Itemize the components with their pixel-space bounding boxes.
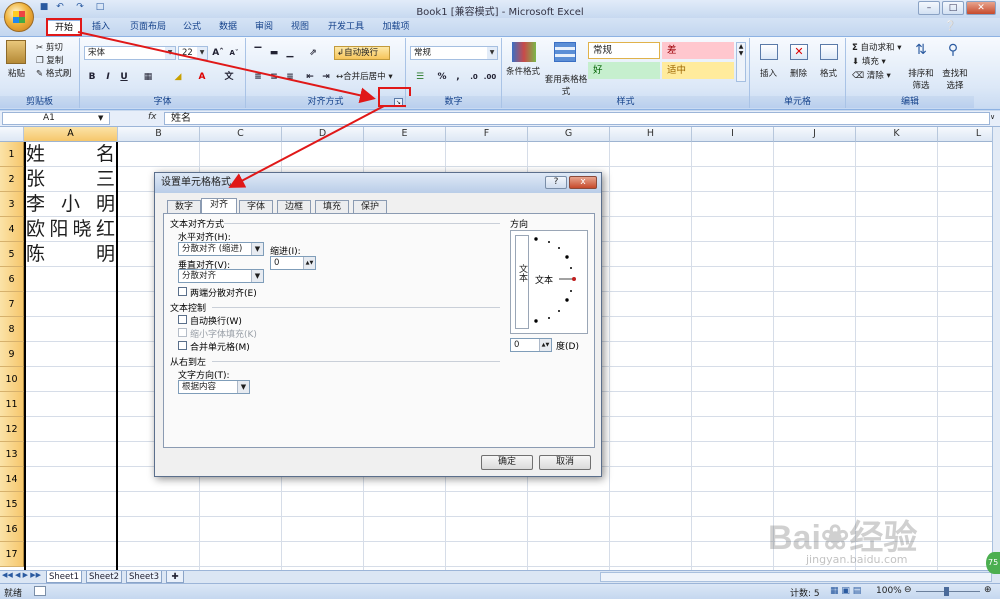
side-badge[interactable]: 75: [986, 552, 1000, 574]
insert-sheet-icon[interactable]: ✚: [166, 571, 184, 583]
office-logo-icon: [13, 11, 25, 23]
zoom-out-icon[interactable]: ⊖: [904, 585, 912, 595]
horizontal-scrollbar[interactable]: [600, 572, 992, 582]
arrow-launcher-to-dialog: [228, 105, 385, 188]
watermark-url: jingyan.baidu.com: [806, 553, 908, 566]
watermark-brand: Bai❀经验: [768, 510, 917, 559]
view-buttons-icon[interactable]: ▦ ▣ ▤: [830, 586, 861, 596]
zoom-in-icon[interactable]: ⊕: [984, 585, 992, 595]
sheet-nav-icon[interactable]: ◀◀ ◀ ▶ ▶▶: [2, 571, 41, 579]
zoom-slider-thumb[interactable]: [944, 587, 949, 596]
status-bar: 就绪 计数: 5 ▦ ▣ ▤ 100% ⊖ ⊕: [0, 583, 1000, 599]
arrow-home-to-launcher: [77, 31, 376, 104]
watermark-text: Bai: [768, 519, 821, 557]
paw-icon: ❀: [820, 519, 850, 557]
office-button[interactable]: [4, 2, 34, 32]
sheet-tab-1[interactable]: Sheet1: [46, 571, 82, 583]
status-mode: 就绪: [4, 589, 23, 599]
sheet-tab-3[interactable]: Sheet3: [126, 571, 162, 583]
watermark-text-2: 经验: [849, 519, 918, 557]
status-count: 计数: 5: [790, 589, 820, 599]
zoom-level[interactable]: 100%: [876, 586, 902, 596]
sheet-tab-2[interactable]: Sheet2: [86, 571, 122, 583]
macro-record-icon[interactable]: [34, 586, 46, 596]
sheet-tab-bar: ◀◀ ◀ ▶ ▶▶ Sheet1 Sheet2 Sheet3 ✚: [0, 570, 1000, 583]
